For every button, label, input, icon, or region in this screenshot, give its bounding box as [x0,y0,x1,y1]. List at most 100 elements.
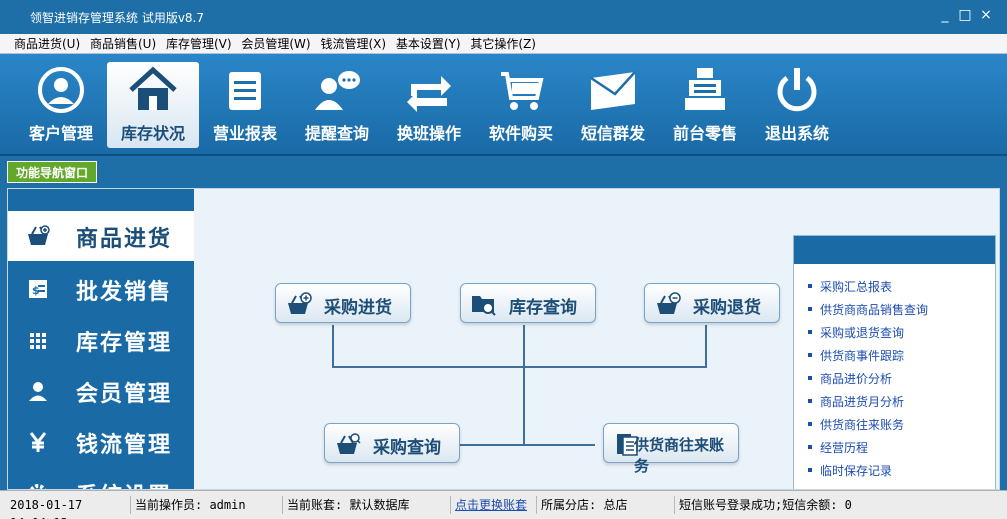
quick-link-item[interactable]: 供货商商品销售查询 [808,301,995,324]
sidebar-item-label: 会员管理 [76,382,173,407]
power-icon [777,68,817,112]
gear-icon [26,482,50,489]
sidebar-item-label: 系统设置 [76,478,172,489]
toolbar-customer-management-button[interactable]: 客户管理 [15,62,107,148]
basket-search-icon [337,433,361,454]
quick-link-item[interactable]: 商品进价分析 [808,370,995,393]
toolbar-button-label: 营业报表 [212,124,277,143]
toolbar-button-label: 退出系统 [764,124,829,143]
toolbar-button-label: 提醒查询 [304,124,369,143]
title-bar: 领智进销存管理系统 试用版v8.7 _ □ × [0,0,1007,34]
stock-query-button[interactable]: 库存查询 [460,283,596,323]
menu-item-purchase[interactable]: 商品进货(U) [0,34,80,54]
toolbar-shift-change-button[interactable]: 换班操作 [383,62,475,148]
flow-connector [332,325,334,367]
status-account: 当前账套: 默认数据库 [282,496,448,514]
toolbar-sms-broadcast-button[interactable]: 短信群发 [567,62,659,148]
purchase-return-label: 采购退货 [693,298,761,318]
basket-plus-icon [26,225,50,247]
quick-links-header [794,236,995,264]
supplier-accounts-button[interactable]: 供货商往来账务 [603,423,739,475]
purchase-query-label: 采购查询 [373,438,441,458]
flow-connector [523,325,525,445]
sidebar-item-settings[interactable]: 系统设置 [8,468,194,489]
menu-bar: 商品进货(U) 商品销售(U) 库存管理(V) 会员管理(W) 钱流管理(X) … [0,34,1007,54]
status-datetime: 2018-01-17 14:04:13 [10,498,83,519]
sidebar-item-cashflow[interactable]: 钱流管理 [8,417,194,467]
toolbar-button-label: 软件购买 [488,124,553,143]
toolbar-button-label: 短信群发 [580,124,645,143]
stock-query-label: 库存查询 [509,298,577,318]
quick-link-item[interactable]: 采购或退货查询 [808,324,995,347]
menu-item-other[interactable]: 其它操作(Z) [464,34,536,54]
purchase-return-button[interactable]: 采购退货 [644,283,780,323]
toolbar-business-report-button[interactable]: 营业报表 [199,62,291,148]
quick-links-list: 采购汇总报表 供货商商品销售查询 采购或退货查询 供货商事件跟踪 商品进价分析 … [794,264,995,485]
quick-links-panel: 采购汇总报表 供货商商品销售查询 采购或退货查询 供货商事件跟踪 商品进价分析 … [793,235,996,489]
quick-link-item[interactable]: 经营历程 [808,439,995,462]
quick-link-item[interactable]: 供货商往来账务 [808,416,995,439]
toolbar-reminder-query-button[interactable]: 提醒查询 [291,62,383,148]
user-chat-icon [315,71,360,110]
person-icon [26,380,50,402]
status-operator: 当前操作员: admin [130,496,280,514]
sidebar-item-inventory[interactable]: 库存管理 [8,315,194,365]
quick-link-item[interactable]: 临时保存记录 [808,462,995,485]
sidebar-item-member[interactable]: 会员管理 [8,366,194,416]
menu-item-settings[interactable]: 基本设置(Y) [390,34,461,54]
menu-item-inventory[interactable]: 库存管理(V) [160,34,232,54]
envelope-icon [590,71,636,110]
function-navigation-window: 商品进货 $ 批发销售 库存管理 会员管理 钱流管理 采购进货 库存查询 采购退… [7,188,1000,490]
toolbar-button-label: 前台零售 [672,124,737,143]
sidebar: 商品进货 $ 批发销售 库存管理 会员管理 钱流管理 [8,189,194,489]
window-title: 领智进销存管理系统 试用版v8.7 [30,11,205,25]
basket-minus-icon [657,292,681,314]
flow-connector [332,366,707,368]
close-button[interactable]: × [976,7,996,23]
quick-link-item[interactable]: 供货商事件跟踪 [808,347,995,370]
menu-item-sales[interactable]: 商品销售(U) [84,34,156,54]
calendar-list-icon [229,72,261,110]
switch-account-link[interactable]: 点击更换账套 [450,496,534,514]
cart-icon [501,72,544,110]
nav-tab-bar: 功能导航窗口 [0,156,1007,188]
quick-link-item[interactable]: 商品进货月分析 [808,393,995,416]
toolbar-button-label: 换班操作 [396,124,461,143]
toolbar-front-retail-button[interactable]: 前台零售 [659,62,751,148]
menu-item-cashflow[interactable]: 钱流管理(X) [314,34,386,54]
purchase-in-label: 采购进货 [324,298,392,318]
basket-plus-icon [288,292,312,314]
toolbar-inventory-status-button[interactable]: 库存状况 [107,62,199,148]
tab-function-navigation[interactable]: 功能导航窗口 [7,161,98,183]
minimize-button[interactable]: _ [935,7,955,23]
grid-icon [26,329,50,351]
cash-register-icon [685,68,725,110]
flow-connector [705,325,707,367]
menu-item-member[interactable]: 会员管理(W) [235,34,310,54]
sidebar-item-label: 库存管理 [76,331,173,356]
invoice-icon: $ [26,278,50,300]
purchase-flow-panel: 采购进货 库存查询 采购退货 采购查询 供货商往来账务 [194,189,793,489]
purchase-in-button[interactable]: 采购进货 [275,283,411,323]
status-branch: 所属分店: 总店 [536,496,672,514]
purchase-query-button[interactable]: 采购查询 [324,423,460,463]
yen-icon [26,431,50,453]
main-toolbar: 客户管理 库存状况 营业报表 提醒查询 换班操作 软件购买 短信群发 前台零售 … [0,54,1007,156]
toolbar-exit-system-button[interactable]: 退出系统 [751,62,843,148]
user-circle-icon [38,67,84,113]
toolbar-software-purchase-button[interactable]: 软件购买 [475,62,567,148]
sidebar-item-label: 钱流管理 [76,433,173,458]
maximize-button[interactable]: □ [955,7,975,23]
swap-arrows-icon [407,76,451,112]
sidebar-item-label: 商品进货 [76,227,173,252]
toolbar-button-label: 客户管理 [28,124,93,143]
sidebar-item-label: 批发销售 [76,280,173,305]
flow-connector [459,444,595,446]
toolbar-button-label: 库存状况 [120,124,185,143]
status-sms: 短信账号登录成功;短信余额: 0 [674,496,1000,514]
quick-link-item[interactable]: 采购汇总报表 [808,278,995,301]
sidebar-item-wholesale[interactable]: $ 批发销售 [8,264,194,314]
sidebar-item-purchase[interactable]: 商品进货 [8,211,194,261]
home-icon [129,66,177,110]
folder-search-icon [472,296,496,316]
